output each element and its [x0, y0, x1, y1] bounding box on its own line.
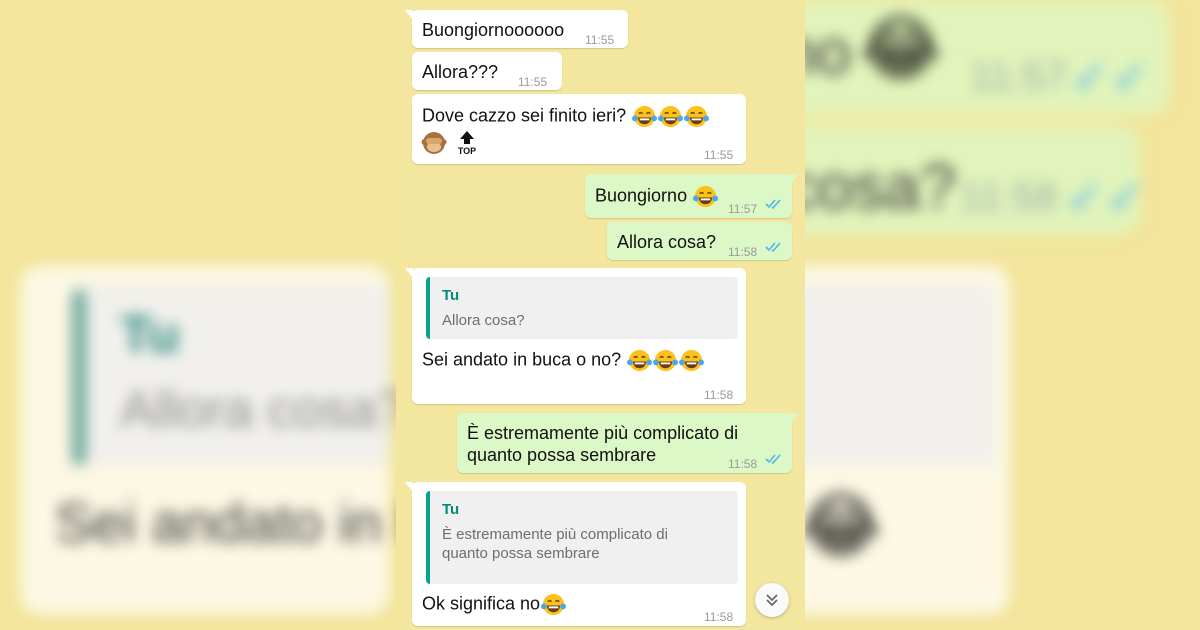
bg-text: cosa?: [785, 151, 956, 223]
message-text-line2: quanto possa sembrare: [467, 445, 657, 465]
face-with-tears-of-joy-icon: [679, 349, 705, 372]
incoming-message[interactable]: Buongiornoooooo 11:55: [405, 10, 628, 48]
message-text: Dove cazzo sei finito ieri?: [422, 105, 627, 126]
quote-text: È estremamente più complicato di quanto …: [442, 526, 668, 562]
outgoing-message[interactable]: Allora cosa? 11:58: [607, 222, 792, 260]
top-label: TOP: [458, 146, 476, 156]
message-time: 11:57: [728, 202, 758, 216]
bg-time: 11:58: [960, 175, 1058, 219]
bg-double-check-icon: ✓✓: [1070, 52, 1151, 105]
quoted-message[interactable]: Tu Allora cosa?: [426, 277, 738, 339]
chevron-double-down-icon: [766, 594, 778, 607]
face-with-tears-of-joy-icon: [541, 593, 567, 616]
face-with-tears-of-joy-icon: [632, 105, 658, 128]
message-line: Dove cazzo sei finito ieri?: [422, 104, 710, 129]
face-with-tears-of-joy-icon: [627, 349, 653, 372]
message-line: Sei andato in buca o no?: [422, 348, 705, 373]
message-time: 11:58: [728, 245, 758, 259]
message-line: Buongiorno: [595, 184, 719, 209]
chat-window: Buongiornoooooo 11:55 Allora??? 11:55 Do…: [396, 0, 805, 630]
message-text: Buongiornoooooo: [422, 20, 565, 40]
message-text: Allora???: [422, 62, 499, 82]
message-time: 11:58: [704, 388, 734, 402]
double-check-icon: [765, 454, 781, 465]
incoming-reply-message[interactable]: Tu Allora cosa? Sei andato in buca o no?…: [405, 268, 746, 404]
message-time: 11:55: [585, 33, 615, 47]
message-time: 11:58: [704, 610, 734, 624]
outgoing-message[interactable]: Buongiorno 11:57: [585, 174, 799, 218]
message-time: 11:55: [704, 148, 734, 162]
message-text: Allora cosa?: [617, 232, 717, 252]
bg-quote-author: Tu: [120, 306, 180, 364]
message-text: Ok significa no: [422, 593, 541, 614]
message-text: Buongiorno: [595, 185, 688, 206]
incoming-message[interactable]: Allora??? 11:55: [412, 52, 562, 90]
bg-laughing-emoji-icon: 😂: [860, 10, 942, 88]
message-text-line1: È estremamente più complicato di: [467, 423, 739, 443]
bg-quote-text: Allora cosa?: [120, 381, 407, 439]
incoming-reply-message[interactable]: Tu È estremamente più complicato di quan…: [405, 482, 746, 626]
see-no-evil-monkey-icon: [421, 132, 447, 154]
bg-quote-bar: [72, 290, 86, 465]
quote-author: Tu: [442, 287, 460, 304]
top-arrow-icon: TOP: [458, 131, 476, 156]
bg-laughing-emoji-icon: 😂: [800, 487, 882, 565]
face-with-tears-of-joy-icon: [653, 349, 679, 372]
message-second-line: TOP: [421, 130, 478, 156]
outgoing-message[interactable]: È estremamente più complicato di quanto …: [457, 413, 799, 473]
face-with-tears-of-joy-icon: [658, 105, 684, 128]
scroll-to-bottom-button[interactable]: [755, 583, 789, 617]
face-with-tears-of-joy-icon: [693, 185, 719, 208]
double-check-icon: [765, 242, 781, 253]
bg-time: 11:57: [970, 55, 1068, 99]
quoted-message[interactable]: Tu È estremamente più complicato di quan…: [426, 491, 738, 584]
message-time: 11:55: [518, 75, 548, 89]
face-with-tears-of-joy-icon: [684, 105, 710, 128]
quote-text: Allora cosa?: [442, 312, 525, 329]
bg-double-check-icon: ✓✓: [1065, 172, 1146, 225]
double-check-icon: [765, 199, 781, 210]
message-line: Ok significa no: [422, 592, 567, 617]
quote-author: Tu: [442, 501, 460, 518]
message-text: Sei andato in buca o no?: [422, 349, 622, 370]
incoming-message[interactable]: Dove cazzo sei finito ieri? TOP 11:55: [412, 94, 746, 164]
bg-quote: [785, 285, 995, 465]
message-time: 11:58: [728, 457, 758, 471]
